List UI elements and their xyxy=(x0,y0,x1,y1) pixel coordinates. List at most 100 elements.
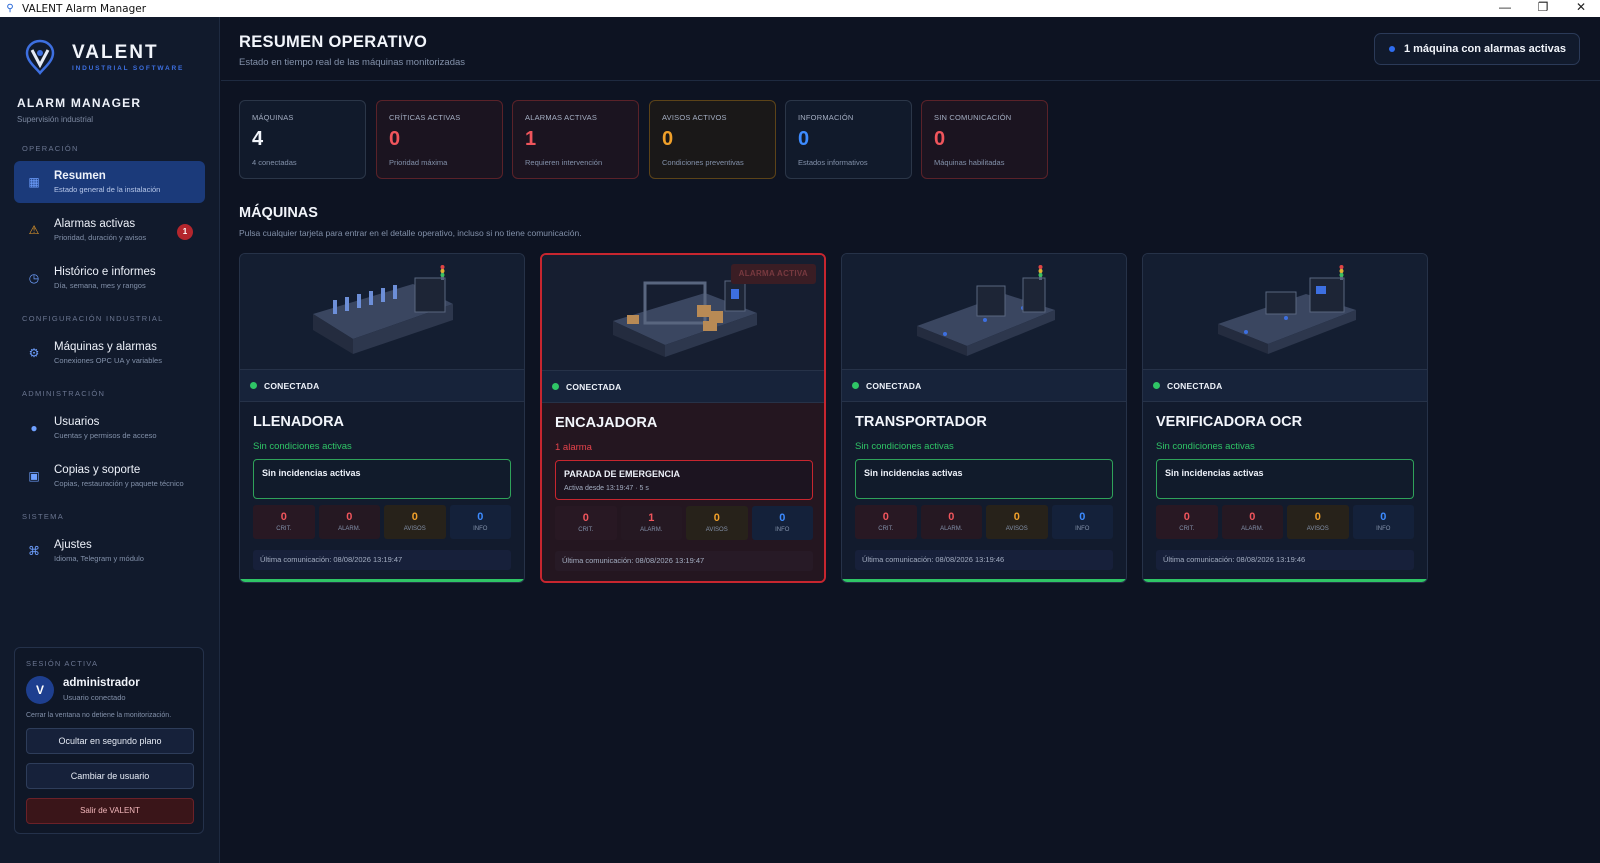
nav-copias-soporte[interactable]: ▣ Copias y soporte Copias, restauración … xyxy=(14,455,205,497)
incident-box: PARADA DE EMERGENCIA Activa desde 13:19:… xyxy=(555,460,813,500)
machine-card-transportador[interactable]: CONECTADA TRANSPORTADOR Sin condiciones … xyxy=(841,253,1127,583)
machine-status: 1 alarma xyxy=(555,442,592,453)
stat-title: AVISOS ACTIVOS xyxy=(662,113,727,122)
nav-label: Ajustes xyxy=(54,539,92,551)
nav-desc: Conexiones OPC UA y variables xyxy=(54,356,162,365)
stat-value: 0 xyxy=(934,128,946,150)
valent-logo-icon xyxy=(25,39,55,75)
counter-label: ALARM. xyxy=(640,527,663,533)
gear-icon: ⚙ xyxy=(28,346,40,360)
machine-card-llenadora[interactable]: CONECTADA LLENADORA Sin condiciones acti… xyxy=(239,253,525,583)
counter-value: 0 xyxy=(582,512,589,524)
last-communication: Última comunicación: 08/08/2026 13:19:47 xyxy=(253,550,511,570)
connection-status: CONECTADA xyxy=(264,380,320,391)
counter-value: 0 xyxy=(280,511,287,523)
machine-name: ENCAJADORA xyxy=(555,415,658,431)
machine-status: Sin condiciones activas xyxy=(1156,441,1255,452)
counter-label: ALARM. xyxy=(338,526,361,532)
counter-avisos: 0 AVISOS xyxy=(384,505,446,539)
close-button[interactable]: ✕ xyxy=(1562,0,1600,17)
page-subtitle: Estado en tiempo real de las máquinas mo… xyxy=(239,57,466,68)
counter-info: 0 INFO xyxy=(1352,505,1414,539)
nav-usuarios[interactable]: ● Usuarios Cuentas y permisos de acceso xyxy=(14,407,205,449)
nav-historico[interactable]: ◷ Histórico e informes Día, semana, mes … xyxy=(14,257,205,299)
incident-title: PARADA DE EMERGENCIA xyxy=(564,469,681,479)
machine-image xyxy=(1143,254,1427,370)
brand: VALENT INDUSTRIAL SOFTWARE xyxy=(22,39,184,75)
machine-card-encajadora[interactable]: ALARMA ACTIVA CONECTADA ENCAJADORA 1 ala… xyxy=(540,253,826,583)
counter-info: 0 INFO xyxy=(449,505,511,539)
stat-informacion: INFORMACIÓN 0 Estados informativos xyxy=(785,100,912,179)
counters: 0 CRIT. 1 ALARM. 0 AVISOS 0 INFO xyxy=(555,506,813,540)
section-config: CONFIGURACIÓN INDUSTRIAL xyxy=(22,314,164,323)
counter-value: 0 xyxy=(882,511,889,523)
stat-sin-comunicacion: SIN COMUNICACIÓN 0 Máquinas habilitadas xyxy=(921,100,1048,179)
machine-image: ALARMA ACTIVA xyxy=(542,255,824,371)
connected-dot-icon xyxy=(1153,382,1160,389)
stat-value: 0 xyxy=(662,128,674,150)
hide-background-button[interactable]: Ocultar en segundo plano xyxy=(26,728,194,754)
connection-status: CONECTADA xyxy=(566,381,622,392)
counter-value: 0 xyxy=(713,512,720,524)
avatar: V xyxy=(26,676,54,704)
grid-icon: ▦ xyxy=(28,175,40,189)
counters: 0 CRIT. 0 ALARM. 0 AVISOS 0 INFO xyxy=(855,505,1113,539)
exit-button[interactable]: Salir de VALENT xyxy=(26,798,194,824)
nav-desc: Estado general de la instalación xyxy=(54,185,161,194)
stat-desc: Prioridad máxima xyxy=(389,158,448,167)
nav-ajustes[interactable]: ⌘ Ajustes Idioma, Telegram y módulo xyxy=(14,530,205,572)
counter-alarm: 0 ALARM. xyxy=(920,505,982,539)
backup-icon: ▣ xyxy=(28,469,40,483)
user-name: administrador xyxy=(63,677,140,689)
nav-maquinas-alarmas[interactable]: ⚙ Máquinas y alarmas Conexiones OPC UA y… xyxy=(14,332,205,374)
app-subtitle: Supervisión industrial xyxy=(17,115,94,124)
counter-label: ALARM. xyxy=(940,526,963,532)
counter-value: 1 xyxy=(648,512,655,524)
minimize-button[interactable]: — xyxy=(1486,0,1524,17)
user-status: Usuario conectado xyxy=(63,693,126,702)
counter-value: 0 xyxy=(1183,511,1190,523)
counter-avisos: 0 AVISOS xyxy=(686,506,748,540)
nav-resumen[interactable]: ▦ Resumen Estado general de la instalaci… xyxy=(14,161,205,203)
alarm-active-tag: ALARMA ACTIVA xyxy=(730,264,816,284)
last-communication: Última comunicación: 08/08/2026 13:19:46 xyxy=(855,550,1113,570)
session-panel: SESIÓN ACTIVA V administrador Usuario co… xyxy=(14,647,204,834)
maximize-button[interactable]: ❐ xyxy=(1524,0,1562,17)
incident-title: Sin incidencias activas xyxy=(864,468,963,478)
page-header: RESUMEN OPERATIVO Estado en tiempo real … xyxy=(221,17,1600,81)
counter-label: AVISOS xyxy=(403,526,426,532)
counter-label: AVISOS xyxy=(1306,526,1329,532)
app-name: ALARM MANAGER xyxy=(17,96,142,110)
nav-label: Resumen xyxy=(54,170,106,182)
switch-user-button[interactable]: Cambiar de usuario xyxy=(26,763,194,789)
machine-card-verificadora-ocr[interactable]: CONECTADA VERIFICADORA OCR Sin condicion… xyxy=(1142,253,1428,583)
stat-value: 4 xyxy=(252,128,264,150)
incident-detail: Activa desde 13:19:47 · 5 s xyxy=(564,485,649,492)
counter-alarm: 1 ALARM. xyxy=(620,506,682,540)
window-controls: — ❐ ✕ xyxy=(1486,0,1600,17)
section-admin: ADMINISTRACIÓN xyxy=(22,389,106,398)
filling-machine-icon xyxy=(313,265,453,354)
stat-avisos: AVISOS ACTIVOS 0 Condiciones preventivas xyxy=(649,100,776,179)
stat-desc: 4 conectadas xyxy=(252,158,297,167)
nav-alarmas-activas[interactable]: ⚠ Alarmas activas Prioridad, duración y … xyxy=(14,209,205,251)
nav-label: Histórico e informes xyxy=(54,266,156,278)
stat-title: INFORMACIÓN xyxy=(798,113,854,122)
machine-name: VERIFICADORA OCR xyxy=(1156,414,1303,430)
counter-alarm: 0 ALARM. xyxy=(1221,505,1283,539)
incident-title: Sin incidencias activas xyxy=(262,468,361,478)
machine-status: Sin condiciones activas xyxy=(855,441,954,452)
stat-criticas: CRÍTICAS ACTIVAS 0 Prioridad máxima xyxy=(376,100,503,179)
machine-image xyxy=(240,254,524,370)
stat-title: ALARMAS ACTIVAS xyxy=(525,113,598,122)
counter-label: CRIT. xyxy=(1179,526,1195,532)
section-operacion: OPERACIÓN xyxy=(22,144,79,153)
active-alarms-status[interactable]: 1 máquina con alarmas activas xyxy=(1373,33,1580,65)
brand-name: VALENT xyxy=(72,42,159,63)
machine-status: Sin condiciones activas xyxy=(253,441,352,452)
stat-desc: Condiciones preventivas xyxy=(662,158,744,167)
counter-value: 0 xyxy=(477,511,484,523)
status-text: 1 máquina con alarmas activas xyxy=(1403,43,1566,55)
stat-title: MÁQUINAS xyxy=(252,113,294,122)
connection-status: CONECTADA xyxy=(866,380,922,391)
